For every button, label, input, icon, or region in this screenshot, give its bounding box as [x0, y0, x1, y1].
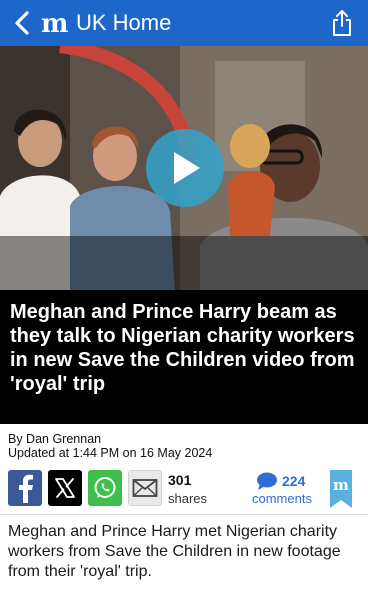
page-title: UK Home	[76, 10, 172, 35]
svg-text:m: m	[41, 9, 69, 38]
shares-count: 301	[168, 472, 192, 488]
email-icon	[132, 479, 158, 497]
whatsapp-icon	[94, 477, 116, 498]
article-summary: Meghan and Prince Harry met Nigerian cha…	[8, 523, 341, 580]
updated-timestamp: Updated at 1:44 PM on 16 May 2024	[8, 446, 213, 460]
video-player[interactable]	[0, 46, 368, 294]
comment-bubble-icon	[257, 472, 277, 490]
comments-button[interactable]: 224 comments	[252, 470, 328, 508]
byline: By Dan Grennan	[8, 432, 102, 446]
facebook-icon	[19, 474, 33, 503]
headline-banner: Meghan and Prince Harry beam as they tal…	[0, 290, 368, 424]
comments-count: 224	[282, 473, 306, 489]
x-share-button[interactable]	[48, 470, 82, 506]
play-button[interactable]	[146, 129, 224, 207]
email-share-button[interactable]	[128, 470, 162, 506]
shares-label: shares	[168, 491, 208, 506]
svg-text:m: m	[333, 476, 349, 494]
bookmark-icon[interactable]: m	[330, 470, 352, 508]
facebook-share-button[interactable]	[8, 470, 42, 506]
top-navigation-bar: m UK Home	[0, 0, 368, 46]
x-icon	[55, 478, 75, 498]
social-share-bar: 301 shares 224 comments m	[8, 470, 360, 510]
divider	[0, 514, 368, 515]
whatsapp-share-button[interactable]	[88, 470, 122, 506]
article-headline: Meghan and Prince Harry beam as they tal…	[10, 301, 355, 395]
play-icon	[174, 152, 200, 184]
chevron-left-icon[interactable]	[12, 9, 34, 37]
mail-logo: m	[41, 9, 69, 38]
share-icon[interactable]	[330, 8, 354, 38]
comments-label: comments	[252, 491, 312, 506]
